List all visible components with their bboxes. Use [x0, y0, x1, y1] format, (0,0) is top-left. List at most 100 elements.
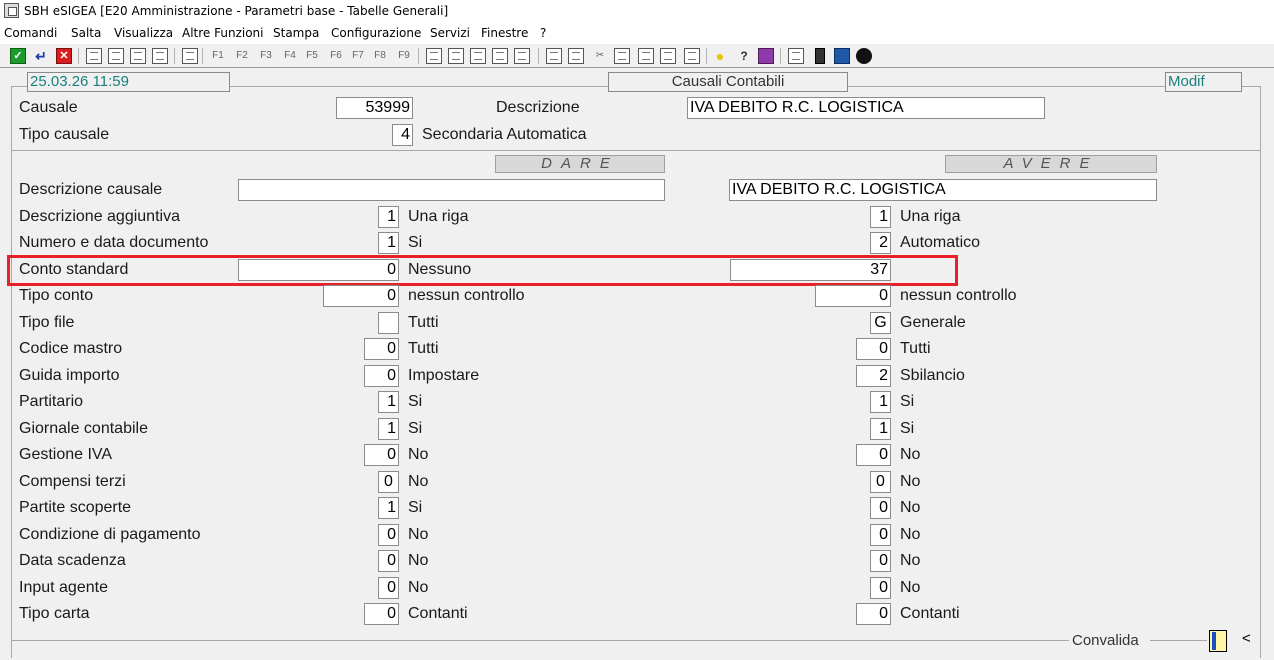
- tipo-causale-field[interactable]: 4: [392, 124, 413, 146]
- dare-text: Tutti: [408, 340, 439, 357]
- row-label: Descrizione causale: [19, 181, 163, 198]
- menu-servizi[interactable]: Servizi: [430, 26, 470, 40]
- document-icon[interactable]: [86, 48, 102, 64]
- avere-field[interactable]: 0: [870, 577, 891, 599]
- dare-field[interactable]: 0: [364, 444, 399, 466]
- calculator-icon[interactable]: [834, 48, 850, 64]
- help-icon[interactable]: ?: [736, 48, 752, 64]
- menu-altre-funzioni[interactable]: Altre Funzioni: [182, 26, 264, 40]
- table-icon[interactable]: [614, 48, 630, 64]
- avere-field[interactable]: 0: [856, 603, 891, 625]
- avere-field[interactable]: 0: [870, 550, 891, 572]
- dare-field[interactable]: 0: [364, 338, 399, 360]
- avere-text: No: [900, 499, 921, 516]
- table-icon[interactable]: [660, 48, 676, 64]
- dare-field[interactable]: 0: [378, 550, 399, 572]
- avere-field[interactable]: 0: [870, 471, 891, 493]
- avere-field[interactable]: 1: [870, 206, 891, 228]
- descrizione-field[interactable]: IVA DEBITO R.C. LOGISTICA: [687, 97, 1045, 119]
- dare-text: Si: [408, 420, 423, 437]
- dare-field[interactable]: 0: [364, 603, 399, 625]
- avere-field[interactable]: 2: [870, 232, 891, 254]
- dare-field[interactable]: 1: [378, 391, 399, 413]
- table-icon[interactable]: [684, 48, 700, 64]
- dare-text: Si: [408, 499, 423, 516]
- f3-icon[interactable]: F3: [258, 48, 274, 64]
- dare-field[interactable]: 1: [378, 418, 399, 440]
- toolbar: ✓ ↵ ✕ F1 F2 F3 F4 F5 F6 F7 F8 F9 ✂ ● ?: [0, 44, 1274, 68]
- f2-icon[interactable]: F2: [234, 48, 250, 64]
- table-icon[interactable]: [638, 48, 654, 64]
- dare-field[interactable]: 0: [378, 524, 399, 546]
- export-icon[interactable]: [182, 48, 198, 64]
- dare-field[interactable]: 0: [364, 365, 399, 387]
- print-icon[interactable]: [448, 48, 464, 64]
- dare-field[interactable]: 0: [323, 285, 399, 307]
- dare-field[interactable]: 1: [378, 497, 399, 519]
- notepad-icon[interactable]: [788, 48, 804, 64]
- dare-field[interactable]: 1: [378, 206, 399, 228]
- print-preview-icon[interactable]: [470, 48, 486, 64]
- avere-field[interactable]: 0: [856, 338, 891, 360]
- avere-descrizione-field[interactable]: IVA DEBITO R.C. LOGISTICA: [729, 179, 1157, 201]
- avere-field[interactable]: 0: [856, 444, 891, 466]
- phone-icon[interactable]: [815, 48, 825, 64]
- list-icon[interactable]: [108, 48, 124, 64]
- f1-icon[interactable]: F1: [210, 48, 226, 64]
- mode-indicator: Modif: [1165, 72, 1242, 92]
- f9-icon[interactable]: F9: [396, 48, 412, 64]
- menu-help[interactable]: ?: [540, 26, 546, 40]
- dare-field[interactable]: 0: [378, 471, 399, 493]
- menu-comandi[interactable]: Comandi: [4, 26, 57, 40]
- f4-icon[interactable]: F4: [282, 48, 298, 64]
- menu-stampa[interactable]: Stampa: [273, 26, 319, 40]
- dare-text: No: [408, 473, 429, 490]
- avere-field[interactable]: 0: [870, 497, 891, 519]
- avere-field[interactable]: G: [870, 312, 891, 334]
- menu-finestre[interactable]: Finestre: [481, 26, 528, 40]
- dare-field[interactable]: 1: [378, 232, 399, 254]
- menu-visualizza[interactable]: Visualizza: [114, 26, 173, 40]
- menu-salta[interactable]: Salta: [71, 26, 101, 40]
- convalida-arrow[interactable]: <: [1242, 630, 1251, 647]
- divider: [11, 150, 1261, 151]
- convalida-button[interactable]: [1209, 630, 1227, 652]
- avere-field[interactable]: 0: [815, 285, 891, 307]
- tools-icon[interactable]: ✂: [592, 48, 608, 64]
- dare-field[interactable]: 0: [378, 577, 399, 599]
- tools-icon[interactable]: [546, 48, 562, 64]
- dare-text: No: [408, 579, 429, 596]
- globe-icon[interactable]: [856, 48, 872, 64]
- book-icon[interactable]: [758, 48, 774, 64]
- dare-header: DARE: [495, 155, 665, 173]
- dare-text: Tutti: [408, 314, 439, 331]
- avere-field[interactable]: 1: [870, 391, 891, 413]
- confirm-icon[interactable]: ✓: [10, 48, 26, 64]
- f7-icon[interactable]: F7: [350, 48, 366, 64]
- dare-conto-field[interactable]: 0: [238, 259, 399, 281]
- row-label: Data scadenza: [19, 552, 126, 569]
- avere-text: Si: [900, 420, 915, 437]
- edit-icon[interactable]: [130, 48, 146, 64]
- causale-field[interactable]: 53999: [336, 97, 413, 119]
- avere-conto-field[interactable]: 37: [730, 259, 891, 281]
- excel-icon[interactable]: [492, 48, 508, 64]
- return-icon[interactable]: ↵: [33, 48, 49, 64]
- row-label: Gestione IVA: [19, 446, 113, 463]
- f6-icon[interactable]: F6: [328, 48, 344, 64]
- avere-field[interactable]: 1: [870, 418, 891, 440]
- tipo-causale-text: Secondaria Automatica: [422, 126, 587, 143]
- avere-field[interactable]: 0: [870, 524, 891, 546]
- dare-field[interactable]: [378, 312, 399, 334]
- f8-icon[interactable]: F8: [372, 48, 388, 64]
- menu-configurazione[interactable]: Configurazione: [331, 26, 421, 40]
- cancel-icon[interactable]: ✕: [56, 48, 72, 64]
- f5-icon[interactable]: F5: [304, 48, 320, 64]
- grid-icon[interactable]: [426, 48, 442, 64]
- grid-icon[interactable]: [568, 48, 584, 64]
- bulb-icon[interactable]: ●: [712, 48, 728, 64]
- table-icon[interactable]: [514, 48, 530, 64]
- dare-descrizione-field[interactable]: [238, 179, 665, 201]
- page-icon[interactable]: [152, 48, 168, 64]
- avere-field[interactable]: 2: [856, 365, 891, 387]
